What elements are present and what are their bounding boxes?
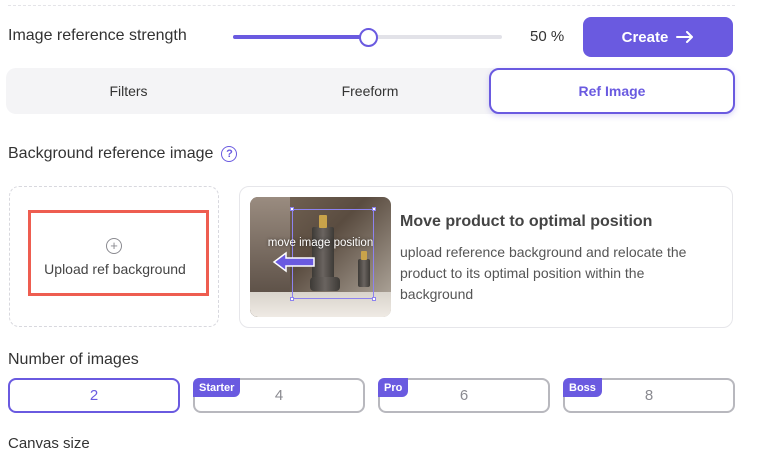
strength-label: Image reference strength [8, 27, 187, 44]
tab-filters[interactable]: Filters [6, 68, 251, 114]
upload-ref-background[interactable]: + Upload ref background [9, 186, 219, 327]
count-value: 6 [459, 387, 469, 404]
slider-thumb[interactable] [358, 28, 378, 47]
number-of-images-label: Number of images [8, 351, 139, 368]
question-circle-icon[interactable]: ? [221, 146, 238, 162]
create-button[interactable]: Create [583, 17, 733, 57]
mode-tabs: Filters Freeform Ref Image [6, 68, 735, 114]
strength-slider[interactable] [233, 28, 502, 47]
slider-fill [233, 35, 368, 39]
background-reference-label: Background reference image ? [8, 145, 238, 163]
card-description: upload reference background and relocate… [400, 244, 687, 302]
preview-caption: move image position [267, 237, 374, 249]
example-preview-image: move image position [250, 197, 391, 317]
plan-badge-starter: Starter [193, 378, 241, 397]
card-title: Move product to optimal position [400, 213, 653, 230]
create-button-label: Create [621, 28, 669, 46]
ref-info-card: move image position Move product to opti… [239, 186, 733, 328]
arrow-right-icon [676, 31, 694, 43]
plan-badge-boss: Boss [563, 378, 602, 397]
count-option-8[interactable]: Boss 8 [563, 378, 735, 413]
upload-highlight-box [28, 210, 209, 296]
count-value: 8 [644, 387, 654, 404]
count-option-4[interactable]: Starter 4 [193, 378, 365, 413]
background-reference-title: Background reference image [8, 145, 214, 162]
plus-circle-icon: + [106, 238, 122, 254]
arrow-left-icon [272, 251, 315, 273]
count-value: 2 [89, 387, 99, 404]
tab-freeform[interactable]: Freeform [251, 68, 489, 114]
count-value: 4 [274, 387, 284, 404]
canvas-size-label: Canvas size [8, 435, 90, 452]
tab-ref-image[interactable]: Ref Image [489, 68, 735, 114]
upload-label: Upload ref background [44, 261, 186, 277]
count-option-6[interactable]: Pro 6 [378, 378, 550, 413]
count-option-2[interactable]: 2 [8, 378, 180, 413]
plan-badge-pro: Pro [378, 378, 409, 397]
top-divider [8, 0, 735, 6]
strength-value: 50 % [530, 28, 565, 45]
